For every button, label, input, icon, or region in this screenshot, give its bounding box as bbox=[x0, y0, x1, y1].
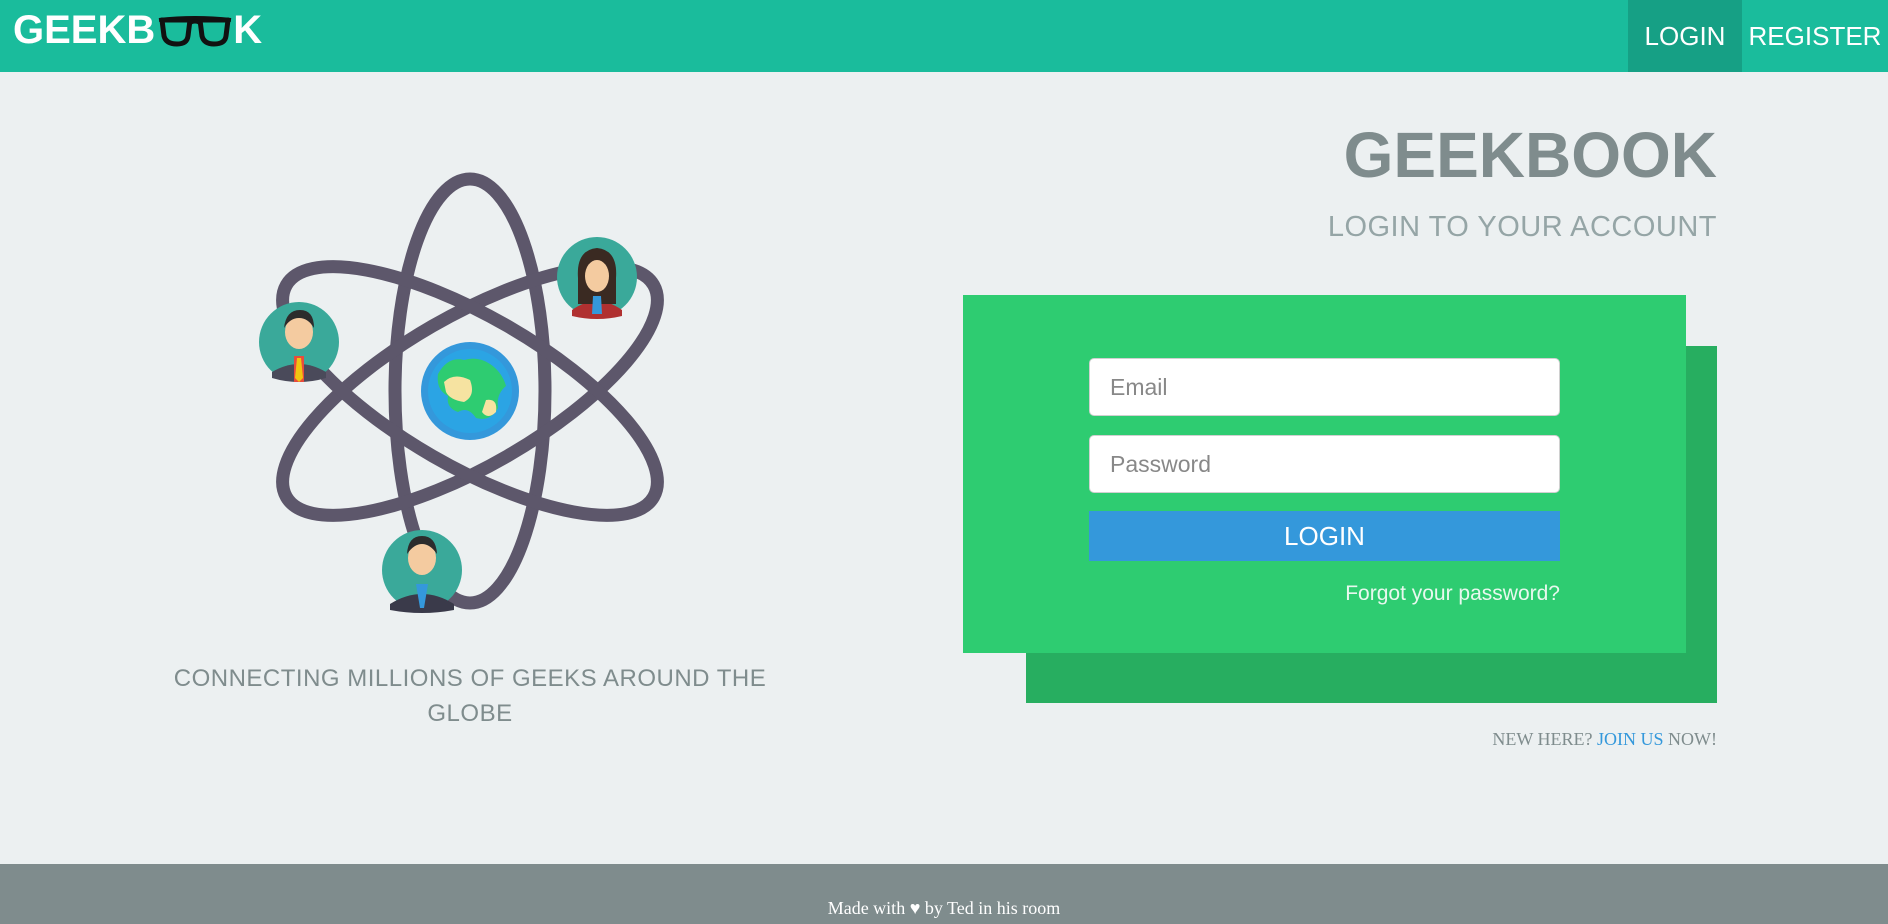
password-field[interactable] bbox=[1089, 435, 1560, 493]
page-subtitle: LOGIN TO YOUR ACCOUNT bbox=[1327, 211, 1717, 243]
nav-register-link[interactable]: REGISTER bbox=[1742, 0, 1888, 72]
hero-tagline: CONNECTING MILLIONS OF GEEKS AROUND THE … bbox=[173, 665, 767, 727]
glasses-icon bbox=[159, 16, 232, 47]
navbar: GEEKB K LOGIN REGISTER bbox=[0, 0, 1888, 72]
brand-text-prefix: GEEKB bbox=[13, 7, 156, 52]
atom-illustration bbox=[259, 172, 664, 613]
new-here-suffix: NOW! bbox=[1663, 729, 1717, 749]
forgot-password-link[interactable]: Forgot your password? bbox=[1345, 582, 1560, 606]
footer: Made with ♥ by Ted in his room bbox=[0, 864, 1888, 924]
brand-logo[interactable]: GEEKB K bbox=[13, 8, 262, 52]
globe-icon bbox=[421, 342, 519, 440]
new-here-text: NEW HERE? JOIN US NOW! bbox=[1492, 729, 1717, 750]
nav-links: LOGIN REGISTER bbox=[1628, 0, 1888, 72]
avatar-man-icon bbox=[259, 302, 339, 382]
login-button[interactable]: LOGIN bbox=[1089, 511, 1560, 561]
footer-text: Made with ♥ by Ted in his room bbox=[827, 898, 1061, 918]
nav-login-link[interactable]: LOGIN bbox=[1628, 0, 1742, 72]
page-title: GEEKBOOK bbox=[1343, 119, 1717, 191]
join-us-link[interactable]: JOIN US bbox=[1597, 729, 1664, 749]
email-field[interactable] bbox=[1089, 358, 1560, 416]
new-here-prefix: NEW HERE? bbox=[1492, 729, 1597, 749]
avatar-woman-icon bbox=[557, 237, 637, 319]
brand-text-suffix: K bbox=[233, 7, 263, 52]
